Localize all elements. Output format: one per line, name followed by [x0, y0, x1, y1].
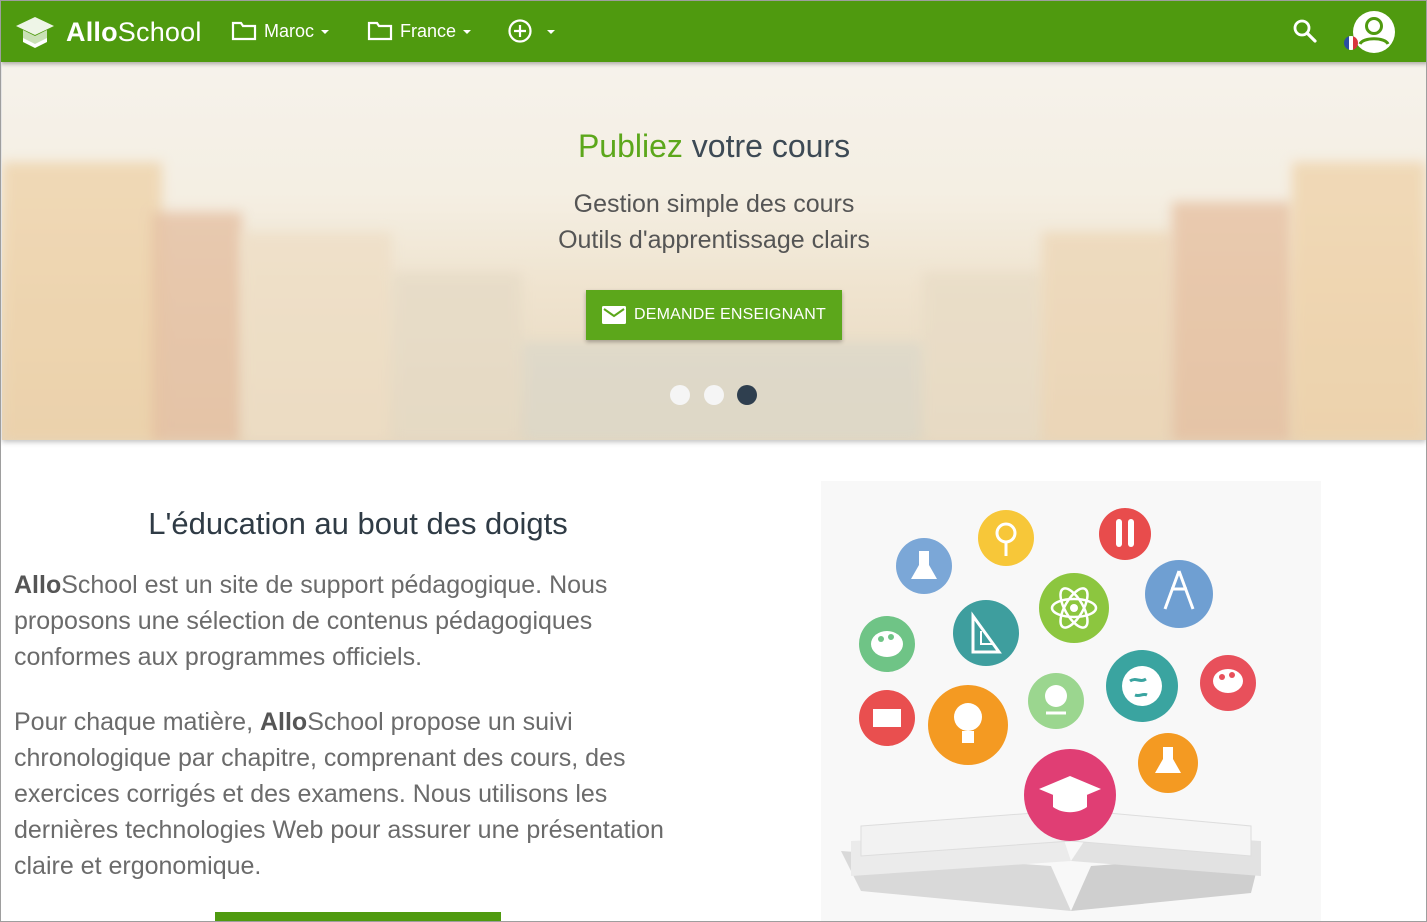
caret-down-icon	[463, 30, 472, 34]
globe-stand-bubble-icon	[1028, 673, 1084, 729]
section-title: L'éducation au bout des doigts	[148, 506, 568, 541]
flask-orange-bubble-icon	[1138, 733, 1198, 793]
brand-name: AlloSchool	[66, 16, 202, 47]
account-circle-icon[interactable]	[1350, 10, 1398, 54]
carousel-dot-2[interactable]	[704, 385, 724, 405]
compass-bubble-icon	[1145, 560, 1213, 628]
flask-bubble-icon	[896, 538, 952, 594]
cta-button[interactable]	[215, 912, 501, 921]
palette-red-bubble-icon	[1200, 655, 1256, 711]
about-paragraph-1: AlloSchool est un site de support pédago…	[14, 571, 608, 671]
book-bubble-icon	[859, 690, 915, 746]
palette-bubble-icon	[859, 616, 915, 672]
top-navbar: AlloSchool Maroc France	[1, 1, 1426, 62]
geometry-bubble-icon	[953, 600, 1019, 666]
folder-icon	[231, 21, 257, 41]
plus-circle-icon	[508, 19, 532, 43]
hero-subtitle-line-2: Outils d'apprentissage clairs	[558, 226, 870, 254]
caret-down-icon	[547, 30, 555, 34]
menu-france[interactable]: France	[367, 17, 472, 45]
hero-subtitle-line-1: Gestion simple des cours	[573, 190, 855, 218]
magnifier-bubble-icon	[978, 510, 1034, 566]
folder-icon	[367, 21, 393, 41]
about-paragraph-2: Pour chaque matière, AlloSchool propose …	[14, 708, 664, 880]
education-illustration	[821, 481, 1321, 921]
menu-maroc[interactable]: Maroc	[231, 17, 330, 45]
graduation-cap-icon	[16, 17, 54, 48]
hero-carousel: Publiez votre cours Gestion simple des c…	[2, 62, 1426, 440]
lightbulb-bubble-icon	[928, 685, 1008, 765]
menu-add[interactable]	[507, 17, 555, 45]
browser-viewport: AlloSchool Maroc France Publiez votre co…	[0, 0, 1427, 922]
pencils-bubble-icon	[1099, 508, 1151, 560]
carousel-dot-3[interactable]	[737, 385, 757, 405]
hero-title: Publiez votre cours	[577, 128, 851, 164]
language-flag-icon[interactable]	[1344, 36, 1358, 50]
teacher-request-button[interactable]: DEMANDE ENSEIGNANT	[586, 290, 842, 340]
carousel-dot-1[interactable]	[670, 385, 690, 405]
mail-icon	[601, 306, 626, 324]
graduation-cap-bubble-icon	[1024, 749, 1116, 841]
brand-logo[interactable]: AlloSchool	[15, 13, 202, 51]
search-icon[interactable]	[1292, 18, 1318, 44]
globe-bubble-icon	[1106, 650, 1178, 722]
atom-bubble-icon	[1039, 573, 1109, 643]
caret-down-icon	[321, 30, 330, 34]
